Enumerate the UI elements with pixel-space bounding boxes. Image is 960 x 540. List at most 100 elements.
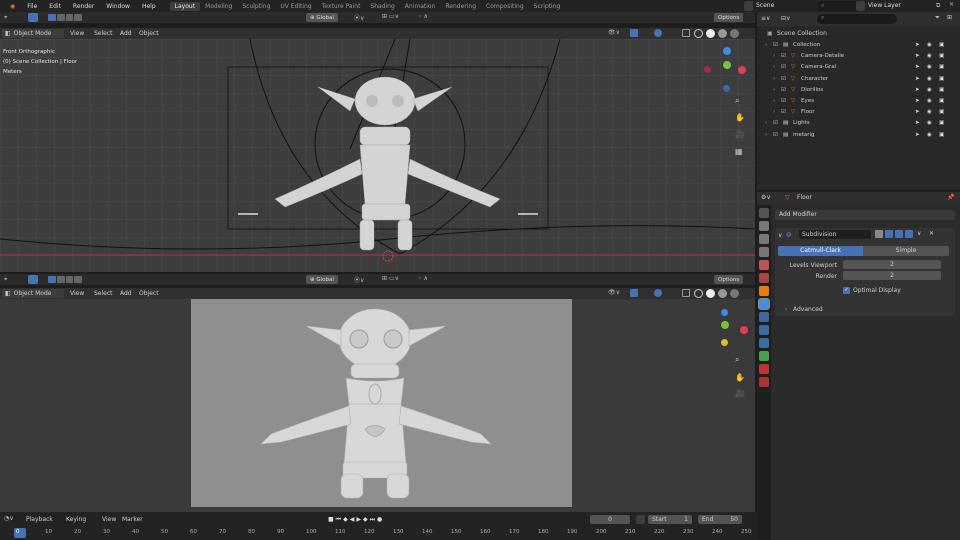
eye-icon[interactable]: ◉ (927, 87, 932, 93)
pan-hand-icon[interactable]: ✋ (735, 113, 745, 122)
editor-type-icon[interactable]: ⌖ (4, 276, 7, 284)
menu-marker[interactable]: Marker (122, 516, 143, 523)
menu-view[interactable]: View (70, 290, 84, 297)
record-icon[interactable]: ● (377, 516, 382, 523)
rendered-shading-icon[interactable] (730, 289, 739, 298)
exclude-checkbox-icon[interactable]: ☑ (781, 76, 786, 82)
neg-z-axis-icon[interactable] (723, 85, 730, 92)
eye-icon[interactable]: ◉ (927, 132, 932, 138)
jump-end-icon[interactable]: ⏭ (370, 516, 375, 524)
editor-type-icon[interactable]: ⌖ (4, 14, 7, 22)
visibility-icon[interactable]: 👁∨ (608, 29, 620, 36)
eye-icon[interactable]: ◉ (927, 53, 932, 59)
outliner-editor-icon[interactable]: ≡∨ (761, 15, 770, 22)
menu-help[interactable]: Help (136, 3, 162, 10)
menu-add[interactable]: Add (120, 290, 132, 297)
play-reverse-icon[interactable]: ◀ (350, 516, 355, 523)
pivot-icon[interactable]: ⦿∨ (354, 275, 364, 284)
expand-arrow-icon[interactable]: › (765, 120, 767, 126)
properties-editor-icon[interactable]: ⚙∨ (761, 194, 771, 201)
outliner-row[interactable]: › ☑ ▽ Diorillos ➤ ◉ ▣ (757, 85, 957, 96)
options-dropdown[interactable]: Options (714, 275, 744, 284)
exclude-checkbox-icon[interactable]: ☑ (781, 98, 786, 104)
camera-render-icon[interactable]: ▣ (939, 109, 944, 115)
exclude-checkbox-icon[interactable]: ☑ (773, 120, 778, 126)
menu-edit[interactable]: Edit (43, 3, 67, 10)
select-toggle-icon[interactable]: ➤ (915, 87, 920, 93)
expand-arrow-icon[interactable]: › (765, 132, 767, 138)
menu-render[interactable]: Render (67, 3, 100, 10)
select-mode-group[interactable] (48, 276, 82, 283)
object-tab-icon[interactable] (759, 286, 769, 296)
ortho-toggle-icon[interactable]: ▦ (735, 147, 743, 156)
modifier-tab-icon[interactable] (758, 298, 770, 310)
proportional-edit-icon[interactable]: ◦ ∧ (418, 275, 428, 282)
tab-texture-paint[interactable]: Texture Paint (317, 2, 366, 11)
select-toggle-icon[interactable]: ➤ (915, 64, 920, 70)
camera-render-icon[interactable]: ▣ (939, 120, 944, 126)
add-modifier-button[interactable]: Add Modifier (775, 210, 955, 220)
simple-button[interactable]: Simple (863, 246, 949, 256)
remove-modifier-icon[interactable]: ✕ (929, 230, 934, 237)
snap-icon[interactable]: ⊞ ▭∨ (382, 13, 399, 20)
mode-set-icon[interactable] (48, 14, 56, 21)
mode-set-icon[interactable] (48, 276, 56, 283)
outliner-row[interactable]: › ☑ ▽ Eyes ➤ ◉ ▣ (757, 96, 957, 107)
data-tab-icon[interactable] (759, 351, 769, 361)
next-key-icon[interactable]: ◆ (363, 516, 368, 523)
advanced-chevron-icon[interactable]: › (785, 306, 787, 313)
outliner-row[interactable]: › ☑ ▽ Floor ➤ ◉ ▣ (757, 107, 957, 118)
menu-object[interactable]: Object (139, 290, 159, 297)
z-axis-icon[interactable] (721, 309, 728, 316)
outliner-row[interactable]: › ☑ ▤ Lights ➤ ◉ ▣ (757, 118, 957, 129)
menu-window[interactable]: Window (100, 3, 136, 10)
tool-tab-icon[interactable] (759, 208, 769, 218)
menu-view[interactable]: View (70, 30, 84, 37)
expand-arrow-icon[interactable]: › (773, 64, 775, 70)
transform-orientation-dropdown[interactable]: ⊕ Global (306, 275, 338, 284)
transform-orientation-dropdown[interactable]: ⊕ Global (306, 13, 338, 22)
tab-layout[interactable]: Layout (169, 1, 201, 11)
viewport-toggle-icon[interactable] (895, 230, 903, 238)
menu-object[interactable]: Object (139, 30, 159, 37)
eye-icon[interactable]: ◉ (927, 98, 932, 104)
physics-tab-icon[interactable] (759, 325, 769, 335)
modifier-menu-icon[interactable]: ∨ (917, 230, 921, 237)
proportional-edit-icon[interactable]: ◦ ∧ (418, 13, 428, 20)
copy-icon[interactable]: ⧉ (936, 2, 940, 10)
world-tab-icon[interactable] (759, 273, 769, 283)
expand-chevron-icon[interactable]: ∨ (778, 232, 782, 239)
navigation-gizmo[interactable] (704, 47, 750, 97)
tab-compositing[interactable]: Compositing (481, 2, 529, 11)
outliner-root[interactable]: ▣ Scene Collection (757, 28, 960, 39)
pin-icon[interactable]: 📌 (947, 194, 954, 201)
close-icon[interactable]: ✕ (949, 1, 954, 8)
select-toggle-icon[interactable]: ➤ (915, 76, 920, 82)
select-toggle-icon[interactable]: ➤ (915, 98, 920, 104)
cage-toggle-icon[interactable] (885, 230, 893, 238)
exclude-checkbox-icon[interactable]: ☑ (781, 109, 786, 115)
jump-start-icon[interactable]: ⏮ (336, 516, 341, 524)
y-axis-icon[interactable] (721, 321, 729, 329)
menu-keying[interactable]: Keying (66, 516, 86, 523)
menu-view[interactable]: View (102, 516, 116, 523)
outliner-row[interactable]: › ☑ ▽ Camera-Detalle ➤ ◉ ▣ (757, 51, 957, 62)
tab-uv-editing[interactable]: UV Editing (275, 2, 316, 11)
y-axis-icon[interactable] (723, 61, 731, 69)
eye-icon[interactable]: ◉ (927, 42, 932, 48)
menu-playback[interactable]: Playback (26, 516, 53, 523)
scene-tab-icon[interactable] (759, 260, 769, 270)
texture-tab-icon[interactable] (759, 377, 769, 387)
tab-scripting[interactable]: Scripting (529, 2, 566, 11)
menu-select[interactable]: Select (94, 290, 113, 297)
outliner-row[interactable]: › ☑ ▤ metarig ➤ ◉ ▣ (757, 130, 957, 141)
preview-range-icon[interactable] (636, 515, 645, 524)
rendered-shading-icon[interactable] (730, 29, 739, 38)
camera-view-icon[interactable]: 🎥 (735, 130, 745, 139)
menu-add[interactable]: Add (120, 30, 132, 37)
eye-icon[interactable]: ◉ (927, 64, 932, 70)
eye-icon[interactable]: ◉ (927, 76, 932, 82)
exclude-checkbox-icon[interactable]: ☑ (773, 42, 778, 48)
viewport-bottom[interactable]: ⌕ ✋ 🎥 (0, 299, 755, 512)
expand-arrow-icon[interactable]: › (765, 42, 767, 48)
